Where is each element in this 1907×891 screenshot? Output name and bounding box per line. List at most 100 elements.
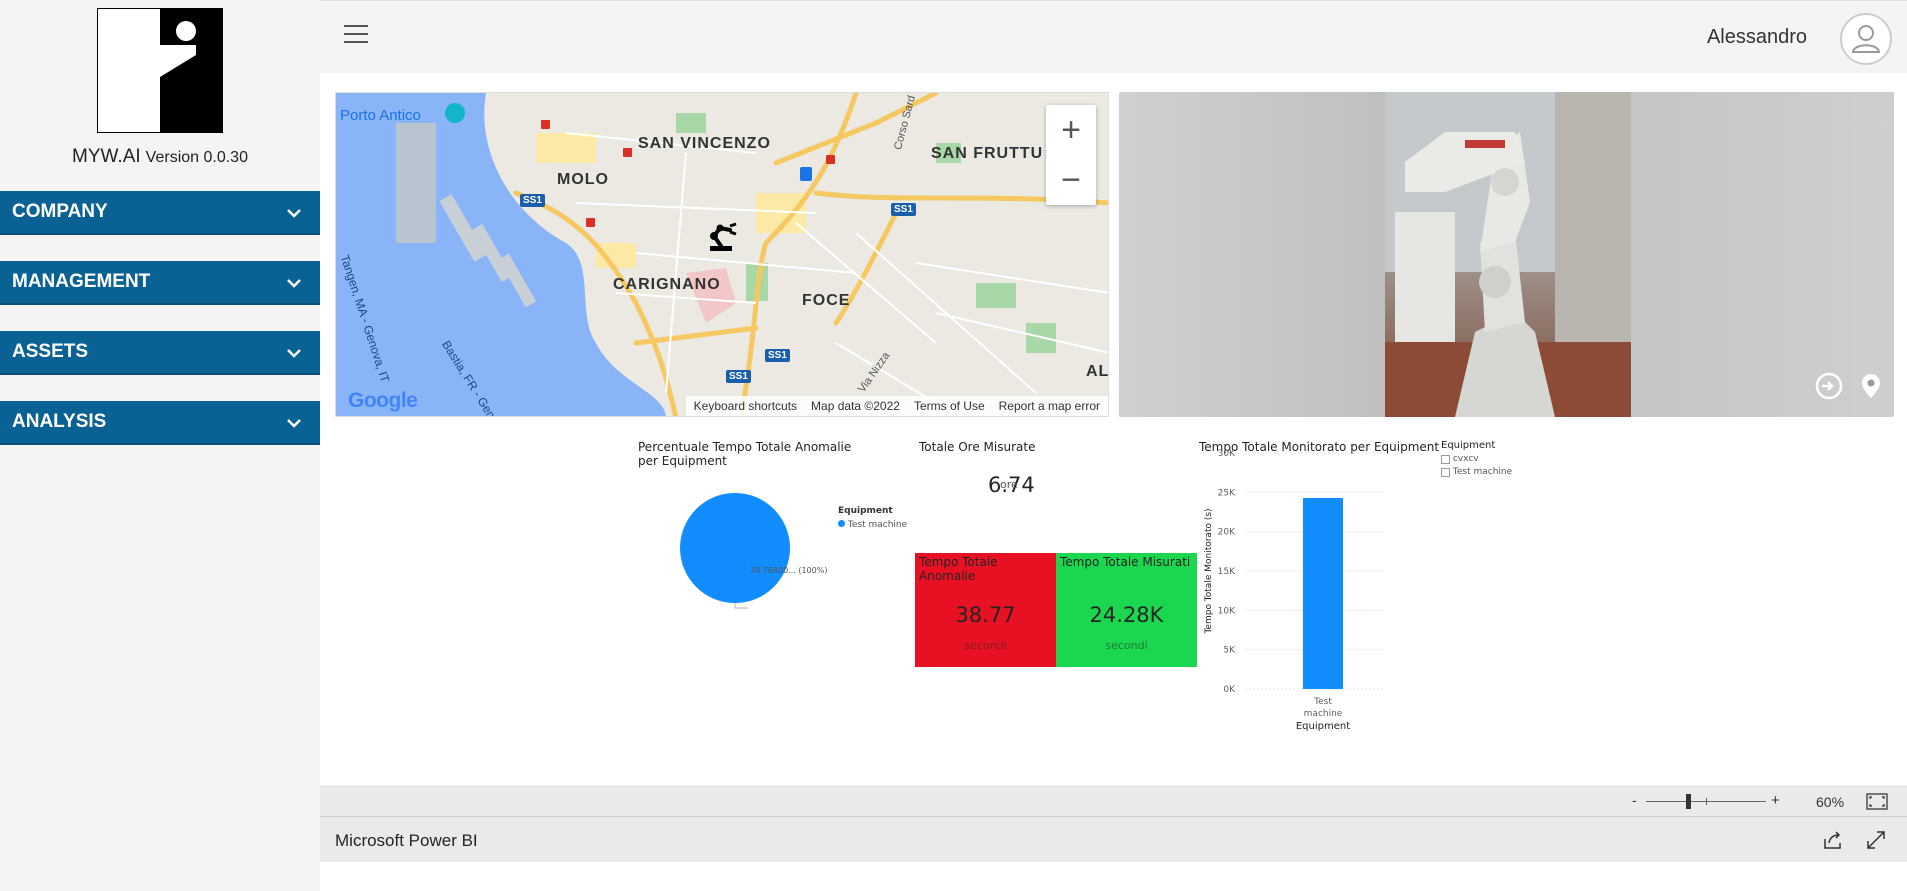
pie-chart-title: Percentuale Tempo Totale Anomalie per Eq…	[638, 440, 852, 468]
pie-legend-label: Test machine	[847, 520, 908, 530]
map-label-san-vincenzo: SAN VINCENZO	[638, 135, 771, 152]
x-tick-label: Test	[1313, 697, 1332, 707]
anomalies-card[interactable]: Tempo Totale Anomalie 38.77 secondi	[915, 553, 1056, 667]
zoom-slider-track[interactable]	[1646, 794, 1766, 809]
measured-card-title: Tempo Totale Misurati	[1060, 555, 1191, 569]
measured-card[interactable]: Tempo Totale Misurati 24.28K secondi	[1056, 553, 1197, 667]
road-badge-ss1: SS1	[726, 370, 751, 383]
sidebar-item-management[interactable]: MANAGEMENT	[0, 261, 320, 305]
zoom-in-button[interactable]: +	[1771, 792, 1780, 809]
measured-card-value: 24.28K	[1089, 603, 1164, 627]
map-zoom-control: + −	[1046, 105, 1096, 205]
slicer-option-label: Test machine	[1452, 467, 1513, 477]
y-tick-label: 15K	[1218, 567, 1236, 577]
measured-card-unit: secondi	[1105, 639, 1148, 652]
sidebar-item-label: MANAGEMENT	[12, 271, 151, 292]
checkbox[interactable]	[1441, 454, 1450, 464]
y-tick-label: 5K	[1223, 646, 1236, 656]
powerbi-footer: Microsoft Power BI	[320, 816, 1907, 862]
checkbox[interactable]	[1441, 467, 1450, 477]
anomalies-card-value: 38.77	[955, 603, 1016, 627]
robot-arm-marker-icon[interactable]	[704, 218, 740, 254]
brand-name: MYW.AI	[72, 146, 141, 167]
pie-chart[interactable]	[680, 468, 880, 638]
share-icon[interactable]	[1823, 831, 1843, 849]
map-view[interactable]: Porto Antico SAN VINCENZO SAN FRUTTU MOL…	[335, 92, 1109, 417]
slicer-option-cvxcv[interactable]: cvxcv	[1441, 454, 1479, 465]
google-logo[interactable]: Google	[348, 389, 418, 413]
zoom-out-button[interactable]: -	[1632, 792, 1637, 808]
zoom-slider-tick	[1706, 798, 1707, 805]
topbar: Alessandro	[320, 0, 1907, 73]
y-tick-label: 30K	[1218, 449, 1236, 459]
hours-card-title: Totale Ore Misurate	[919, 440, 1036, 454]
map-footer: Keyboard shortcuts Map data ©2022 Terms …	[685, 396, 1108, 416]
chevron-down-icon	[287, 419, 301, 428]
sidebar-item-company[interactable]: COMPANY	[0, 191, 320, 235]
map-label-al: AL	[1086, 363, 1109, 380]
map-label-foce: FOCE	[802, 292, 851, 309]
sidebar-item-label: ASSETS	[12, 341, 89, 362]
pie-label-leader	[734, 603, 748, 609]
app-root: MYW.AI Version 0.0.30 COMPANY MANAGEMENT…	[0, 0, 1907, 891]
page-bottom	[320, 862, 1907, 891]
chevron-down-icon	[287, 349, 301, 358]
sidebar-item-label: ANALYSIS	[12, 411, 107, 432]
username: Alessandro	[1706, 26, 1807, 48]
sidebar-item-assets[interactable]: ASSETS	[0, 331, 320, 375]
powerbi-report: Porto Antico SAN VINCENZO SAN FRUTTU MOL…	[320, 73, 1907, 786]
y-axis-label: Tempo Totale Monitorato (s)	[1204, 508, 1214, 634]
company-logo	[97, 8, 223, 133]
chevron-down-icon	[287, 279, 301, 288]
equipment-photo	[1119, 92, 1894, 417]
slicer-option-test-machine[interactable]: Test machine	[1441, 467, 1512, 478]
map-zoom-out-button[interactable]: −	[1046, 155, 1096, 205]
report-map-error-link[interactable]: Report a map error	[999, 399, 1100, 413]
map-label-porto-antico: Porto Antico	[340, 107, 421, 124]
terms-of-use-link[interactable]: Terms of Use	[914, 399, 985, 413]
hours-card-unit: ore	[1000, 478, 1018, 491]
powerbi-brand[interactable]: Microsoft Power BI	[335, 831, 478, 851]
x-axis-label: Equipment	[1296, 721, 1350, 732]
y-tick-label: 20K	[1218, 528, 1236, 538]
google-logo-text: Google	[348, 389, 418, 412]
road-badge-ss1: SS1	[520, 194, 545, 207]
location-pin-icon[interactable]	[1856, 371, 1886, 401]
sidebar: MYW.AI Version 0.0.30 COMPANY MANAGEMENT…	[0, 0, 320, 891]
map-label-san-fruttuoso: SAN FRUTTU	[931, 145, 1044, 162]
login-icon[interactable]	[1814, 371, 1844, 401]
pie-legend-item[interactable]: Test machine	[838, 520, 907, 530]
legend-marker	[838, 520, 845, 527]
bar-test-machine[interactable]	[1303, 497, 1343, 689]
powerbi-zoom-bar: - + 60%	[320, 786, 1907, 816]
pie-data-label: 38.76800... (100%)	[750, 566, 828, 575]
map-zoom-in-button[interactable]: +	[1046, 105, 1096, 155]
road-badge-ss1: SS1	[891, 203, 916, 216]
pie-slice-test-machine[interactable]	[680, 493, 790, 603]
expand-icon[interactable]	[1867, 831, 1885, 849]
y-tick-label: 25K	[1218, 488, 1236, 498]
chevron-down-icon	[287, 209, 301, 218]
zoom-slider-thumb[interactable]	[1685, 794, 1691, 809]
anomalies-card-unit: secondi	[964, 639, 1007, 652]
road-badge-ss1: SS1	[765, 349, 790, 362]
slicer-title: Equipment	[1441, 440, 1496, 451]
fit-to-page-icon[interactable]	[1866, 793, 1888, 810]
zoom-level: 60%	[1816, 794, 1845, 810]
app-version: MYW.AI Version 0.0.30	[0, 146, 320, 168]
map-label-molo: MOLO	[557, 171, 609, 188]
x-tick-label: machine	[1304, 709, 1343, 719]
version-text: Version 0.0.30	[145, 149, 248, 166]
hamburger-icon[interactable]	[344, 25, 368, 47]
y-tick-label: 0K	[1223, 685, 1236, 695]
map-label-carignano: CARIGNANO	[613, 276, 721, 293]
user-avatar-icon[interactable]	[1840, 13, 1892, 65]
robot-photo	[1385, 92, 1631, 417]
slicer-option-label: cvxcv	[1452, 454, 1479, 464]
bar-chart[interactable]: 0K 5K 10K 15K 20K 25K 30K Test machine Equipment T…	[1195, 371, 1395, 786]
anomalies-card-title: Tempo Totale Anomalie	[919, 555, 998, 583]
sidebar-item-label: COMPANY	[12, 201, 108, 222]
keyboard-shortcuts-link[interactable]: Keyboard shortcuts	[694, 399, 797, 413]
y-tick-label: 10K	[1218, 606, 1236, 616]
sidebar-item-analysis[interactable]: ANALYSIS	[0, 401, 320, 445]
